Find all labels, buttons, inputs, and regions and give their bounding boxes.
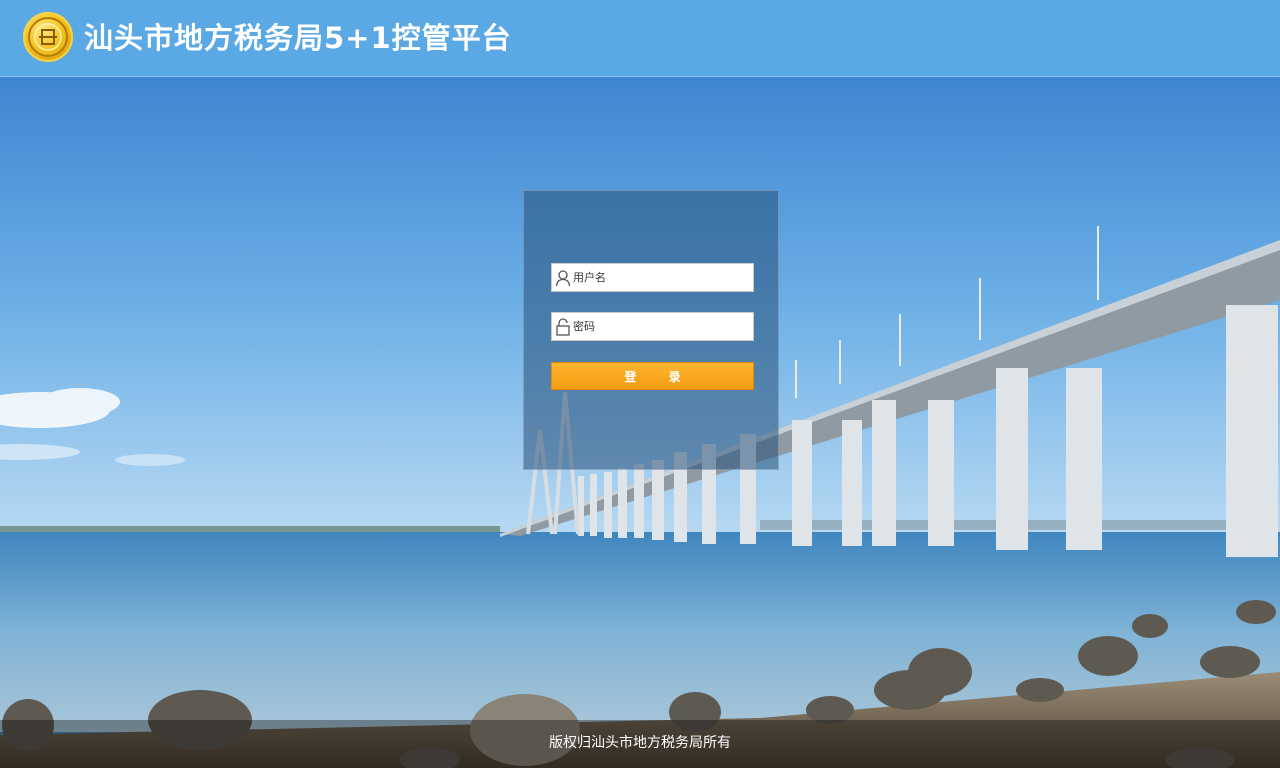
login-panel: 登 录 (523, 190, 779, 470)
tax-emblem-icon (23, 12, 73, 62)
header-bar: 汕头市地方税务局5+1控管平台 (0, 0, 1280, 77)
lock-icon (556, 318, 570, 336)
username-input[interactable] (573, 265, 749, 290)
username-field-wrapper (551, 263, 754, 292)
user-icon (555, 270, 571, 287)
footer-copyright: 版权归汕头市地方税务局所有 (0, 720, 1280, 768)
password-input[interactable] (573, 314, 749, 339)
login-button[interactable]: 登 录 (551, 362, 754, 390)
far-shore (0, 526, 500, 532)
site-title: 汕头市地方税务局5+1控管平台 (84, 21, 512, 55)
password-field-wrapper (551, 312, 754, 341)
